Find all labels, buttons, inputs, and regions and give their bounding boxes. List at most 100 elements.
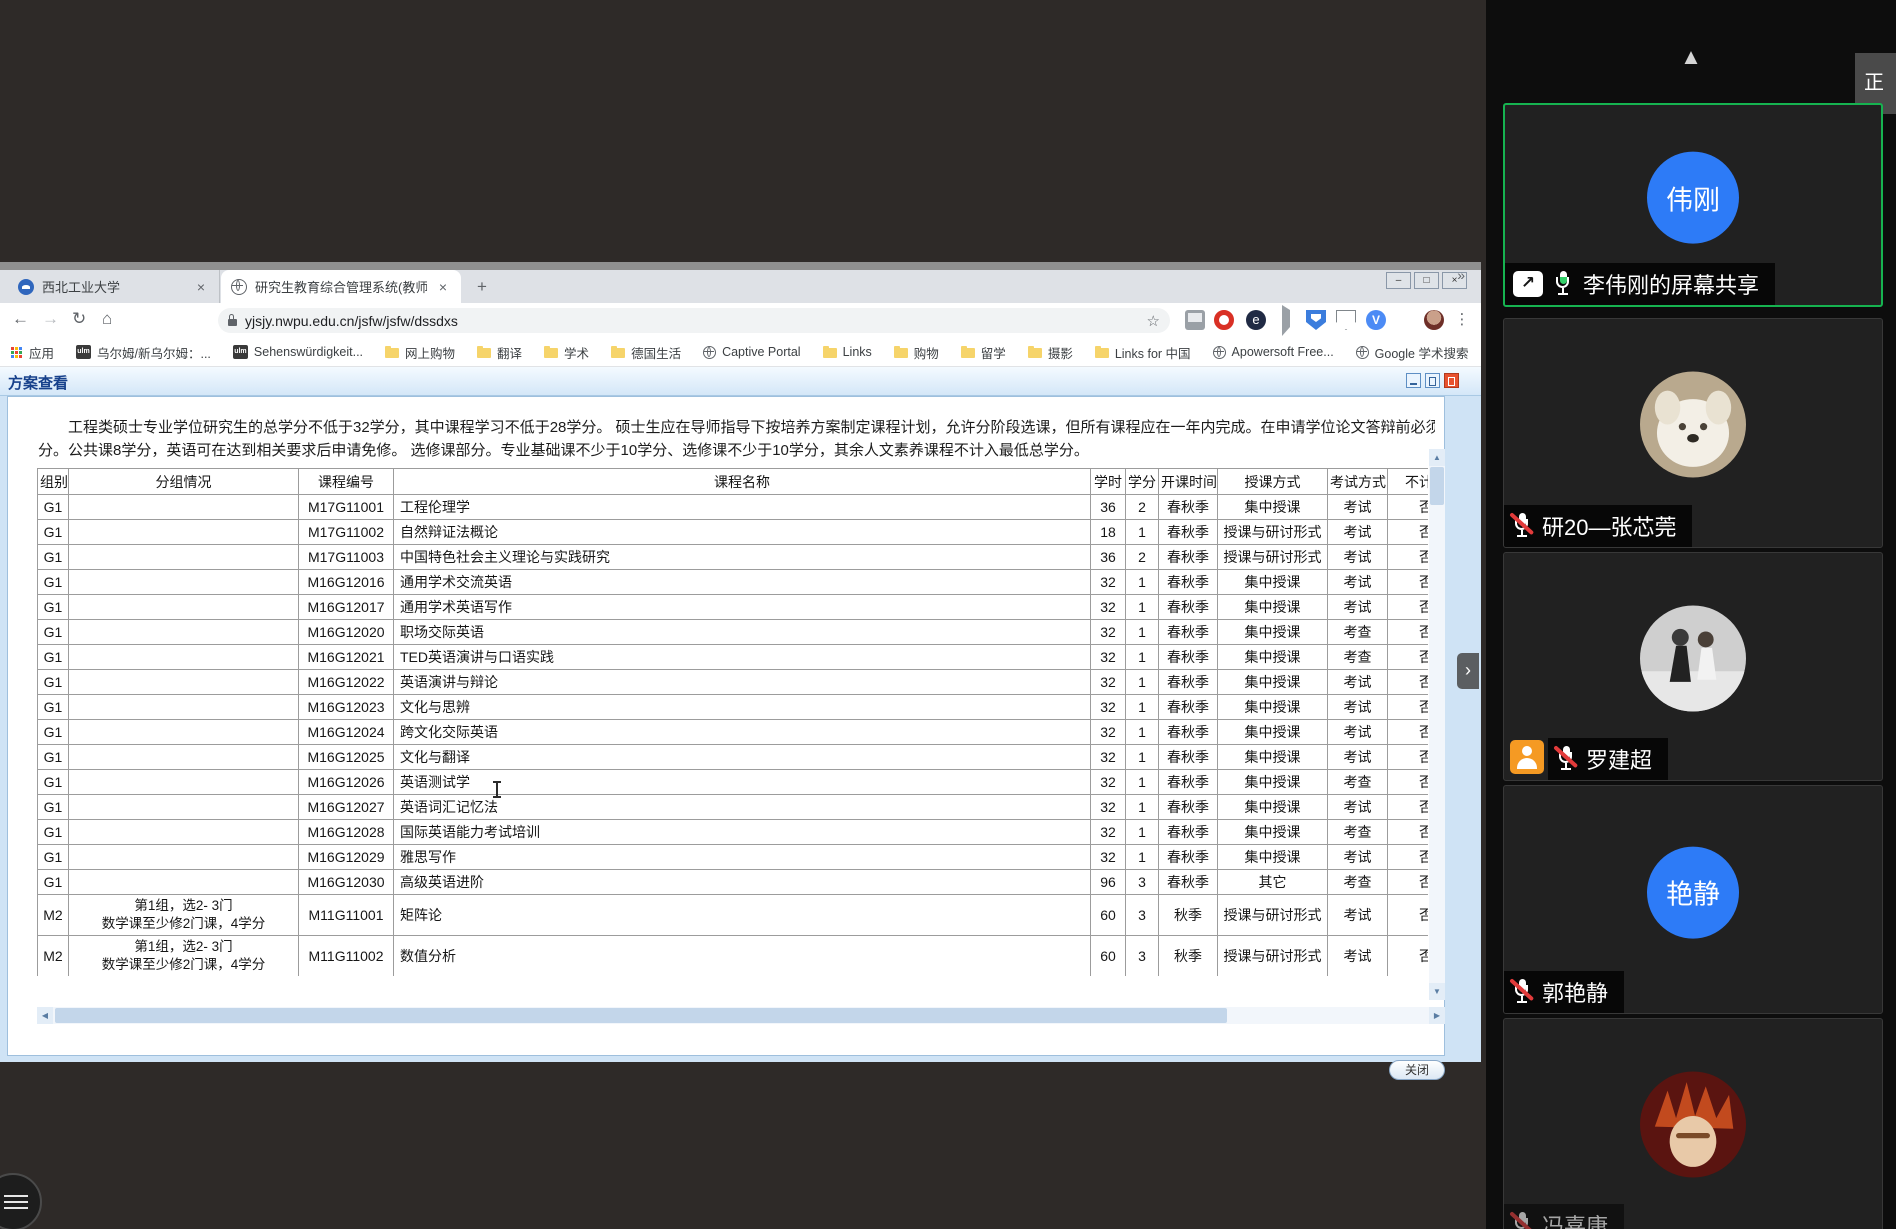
table-cell: M16G12028	[299, 820, 394, 845]
maximize-button[interactable]: □	[1414, 272, 1439, 289]
bookmark-label: 网上购物	[405, 343, 455, 362]
table-cell: 文化与思辨	[394, 695, 1091, 720]
bookmark-item[interactable]: Links	[823, 345, 872, 359]
dialog-close-icon[interactable]	[1444, 373, 1459, 388]
tab-title: 西北工业大学	[42, 277, 185, 296]
v-extension-icon[interactable]	[1366, 310, 1386, 330]
bookmark-item[interactable]: ulmSehenswürdigkeit...	[233, 345, 363, 359]
bookmark-item[interactable]: ulm乌尔姆/新乌尔姆：...	[76, 343, 211, 362]
scroll-down-icon[interactable]	[1429, 983, 1445, 1000]
puzzle-extensions-icon[interactable]	[1396, 310, 1416, 330]
tab-close-icon[interactable]: ×	[193, 279, 209, 295]
table-cell: 通用学术英语写作	[394, 595, 1091, 620]
address-bar[interactable]: yjsjy.nwpu.edu.cn/jsfw/jsfw/dssdxs ☆	[218, 308, 1170, 333]
scroll-up-icon[interactable]	[1429, 449, 1445, 466]
back-icon[interactable]: ←	[12, 309, 29, 329]
bookmark-label: Apowersoft Free...	[1232, 345, 1334, 359]
tab-nwpu-home[interactable]: 西北工业大学 ×	[8, 270, 220, 303]
bookmark-item[interactable]: 翻译	[477, 343, 522, 362]
e-extension-icon[interactable]	[1246, 310, 1266, 330]
participant-tile[interactable]: 冯喜康	[1503, 1018, 1883, 1229]
participant-tile[interactable]: 研20—张芯莞	[1503, 318, 1883, 548]
participant-tile[interactable]: 伟刚李伟刚的屏幕共享	[1503, 103, 1883, 307]
browser-tab-bar: 西北工业大学 × 研究生教育综合管理系统(教师服 × + – □ ×	[0, 270, 1481, 303]
tab-graduate-system[interactable]: 研究生教育综合管理系统(教师服 ×	[221, 270, 461, 303]
shield-blue-extension-icon[interactable]	[1306, 310, 1326, 330]
shield-gray-extension-icon[interactable]	[1336, 310, 1356, 330]
annotation-menu-button[interactable]	[0, 1173, 42, 1229]
bookmark-item[interactable]: 购物	[894, 343, 939, 362]
bookmark-item[interactable]: 德国生活	[611, 343, 681, 362]
scroll-right-icon[interactable]	[1429, 1007, 1445, 1024]
table-cell: 32	[1091, 670, 1126, 695]
table-row[interactable]: G1M16G12024跨文化交际英语321春秋季集中授课考试否	[38, 720, 1429, 745]
horizontal-scroll-thumb[interactable]	[55, 1008, 1227, 1023]
vertical-scroll-thumb[interactable]	[1430, 467, 1444, 505]
bookmark-star-icon[interactable]: ☆	[1147, 312, 1160, 330]
table-cell: 2	[1126, 495, 1159, 520]
sidebar-expand-chevron[interactable]: ›	[1457, 653, 1479, 689]
table-row[interactable]: G1M16G12023文化与思辨321春秋季集中授课考试否	[38, 695, 1429, 720]
bookmark-item[interactable]: Links for 中国	[1095, 343, 1191, 362]
profile-avatar[interactable]	[1424, 310, 1444, 330]
bookmark-item[interactable]: Captive Portal	[703, 345, 801, 359]
table-row[interactable]: G1M16G12028国际英语能力考试培训321春秋季集中授课考查否	[38, 820, 1429, 845]
tab-close-icon[interactable]: ×	[435, 279, 451, 295]
scroll-left-icon[interactable]	[37, 1007, 53, 1024]
participant-tile[interactable]: 罗建超	[1503, 552, 1883, 781]
bookmark-item[interactable]: Google 学术搜索	[1356, 343, 1469, 362]
table-row[interactable]: G1M16G12029雅思写作321春秋季集中授课考试否	[38, 845, 1429, 870]
dialog-close-button[interactable]: 关闭	[1389, 1060, 1445, 1080]
table-row[interactable]: M2第1组，选2- 3门 数学课至少修2门课，4学分M11G11002数值分析6…	[38, 936, 1429, 977]
bookmark-item[interactable]: Apowersoft Free...	[1213, 345, 1334, 359]
cursor-extension-icon[interactable]	[1276, 310, 1296, 330]
table-cell: G1	[38, 620, 69, 645]
table-cell: 考试	[1328, 745, 1388, 770]
forward-icon[interactable]: →	[42, 309, 59, 329]
table-cell: 2	[1126, 545, 1159, 570]
table-row[interactable]: G1M17G11002自然辩证法概论181春秋季授课与研讨形式考试否	[38, 520, 1429, 545]
table-row[interactable]: G1M17G11001工程伦理学362春秋季集中授课考试否	[38, 495, 1429, 520]
table-row[interactable]: G1M16G12020职场交际英语321春秋季集中授课考查否	[38, 620, 1429, 645]
url-text[interactable]: yjsjy.nwpu.edu.cn/jsfw/jsfw/dssdxs	[245, 313, 1139, 329]
bookmark-label: 留学	[981, 343, 1006, 362]
table-row[interactable]: G1M16G12025文化与翻译321春秋季集中授课考试否	[38, 745, 1429, 770]
bookmark-item[interactable]: 应用	[10, 343, 54, 362]
bookmark-item[interactable]: 学术	[544, 343, 589, 362]
reader-extension-icon[interactable]	[1185, 310, 1205, 330]
table-row[interactable]: G1M16G12017通用学术英语写作321春秋季集中授课考试否	[38, 595, 1429, 620]
bookmark-item[interactable]: 摄影	[1028, 343, 1073, 362]
table-row[interactable]: G1M16G12021TED英语演讲与口语实践321春秋季集中授课考查否	[38, 645, 1429, 670]
intro-text-line1: 工程类硕士专业学位研究生的总学分不低于32学分，其中课程学习不低于28学分。 硕…	[38, 416, 1435, 437]
table-cell: 1	[1126, 670, 1159, 695]
table-cell: 集中授课	[1218, 720, 1328, 745]
dialog-minimize-icon[interactable]	[1406, 373, 1421, 388]
table-row[interactable]: G1M16G12026英语测试学321春秋季集中授课考查否	[38, 770, 1429, 795]
table-row[interactable]: M2第1组，选2- 3门 数学课至少修2门课，4学分M11G11001矩阵论60…	[38, 895, 1429, 936]
adblock-extension-icon[interactable]	[1214, 310, 1234, 330]
bookmark-item[interactable]: 网上购物	[385, 343, 455, 362]
new-tab-button[interactable]: +	[470, 275, 494, 299]
table-row[interactable]: G1M16G12030高级英语进阶963春秋季其它考查否	[38, 870, 1429, 895]
table-row[interactable]: G1M16G12016通用学术交流英语321春秋季集中授课考试否	[38, 570, 1429, 595]
table-row[interactable]: G1M16G12022英语演讲与辩论321春秋季集中授课考试否	[38, 670, 1429, 695]
table-cell: 工程伦理学	[394, 495, 1091, 520]
horizontal-scrollbar[interactable]	[37, 1007, 1445, 1024]
browser-menu-icon[interactable]	[1452, 310, 1472, 330]
dialog-maximize-icon[interactable]	[1425, 373, 1440, 388]
collapse-panel-arrow[interactable]: ▲	[1486, 44, 1896, 70]
reload-icon[interactable]: ↻	[72, 309, 86, 329]
participant-name-bar: 研20—张芯莞	[1504, 505, 1692, 547]
table-row[interactable]: G1M17G11003中国特色社会主义理论与实践研究362春秋季授课与研讨形式考…	[38, 545, 1429, 570]
table-cell: 跨文化交际英语	[394, 720, 1091, 745]
minimize-button[interactable]: –	[1386, 272, 1411, 289]
bookmark-label: Captive Portal	[722, 345, 801, 359]
bookmarks-overflow-chevron[interactable]: »	[1457, 267, 1465, 283]
table-cell	[69, 870, 299, 895]
participant-tile[interactable]: 艳静郭艳静	[1503, 785, 1883, 1014]
table-cell: 32	[1091, 695, 1126, 720]
bookmark-item[interactable]: 留学	[961, 343, 1006, 362]
table-row[interactable]: G1M16G12027英语词汇记忆法321春秋季集中授课考试否	[38, 795, 1429, 820]
vertical-scrollbar[interactable]	[1429, 449, 1445, 1000]
home-icon[interactable]: ⌂	[102, 309, 112, 329]
